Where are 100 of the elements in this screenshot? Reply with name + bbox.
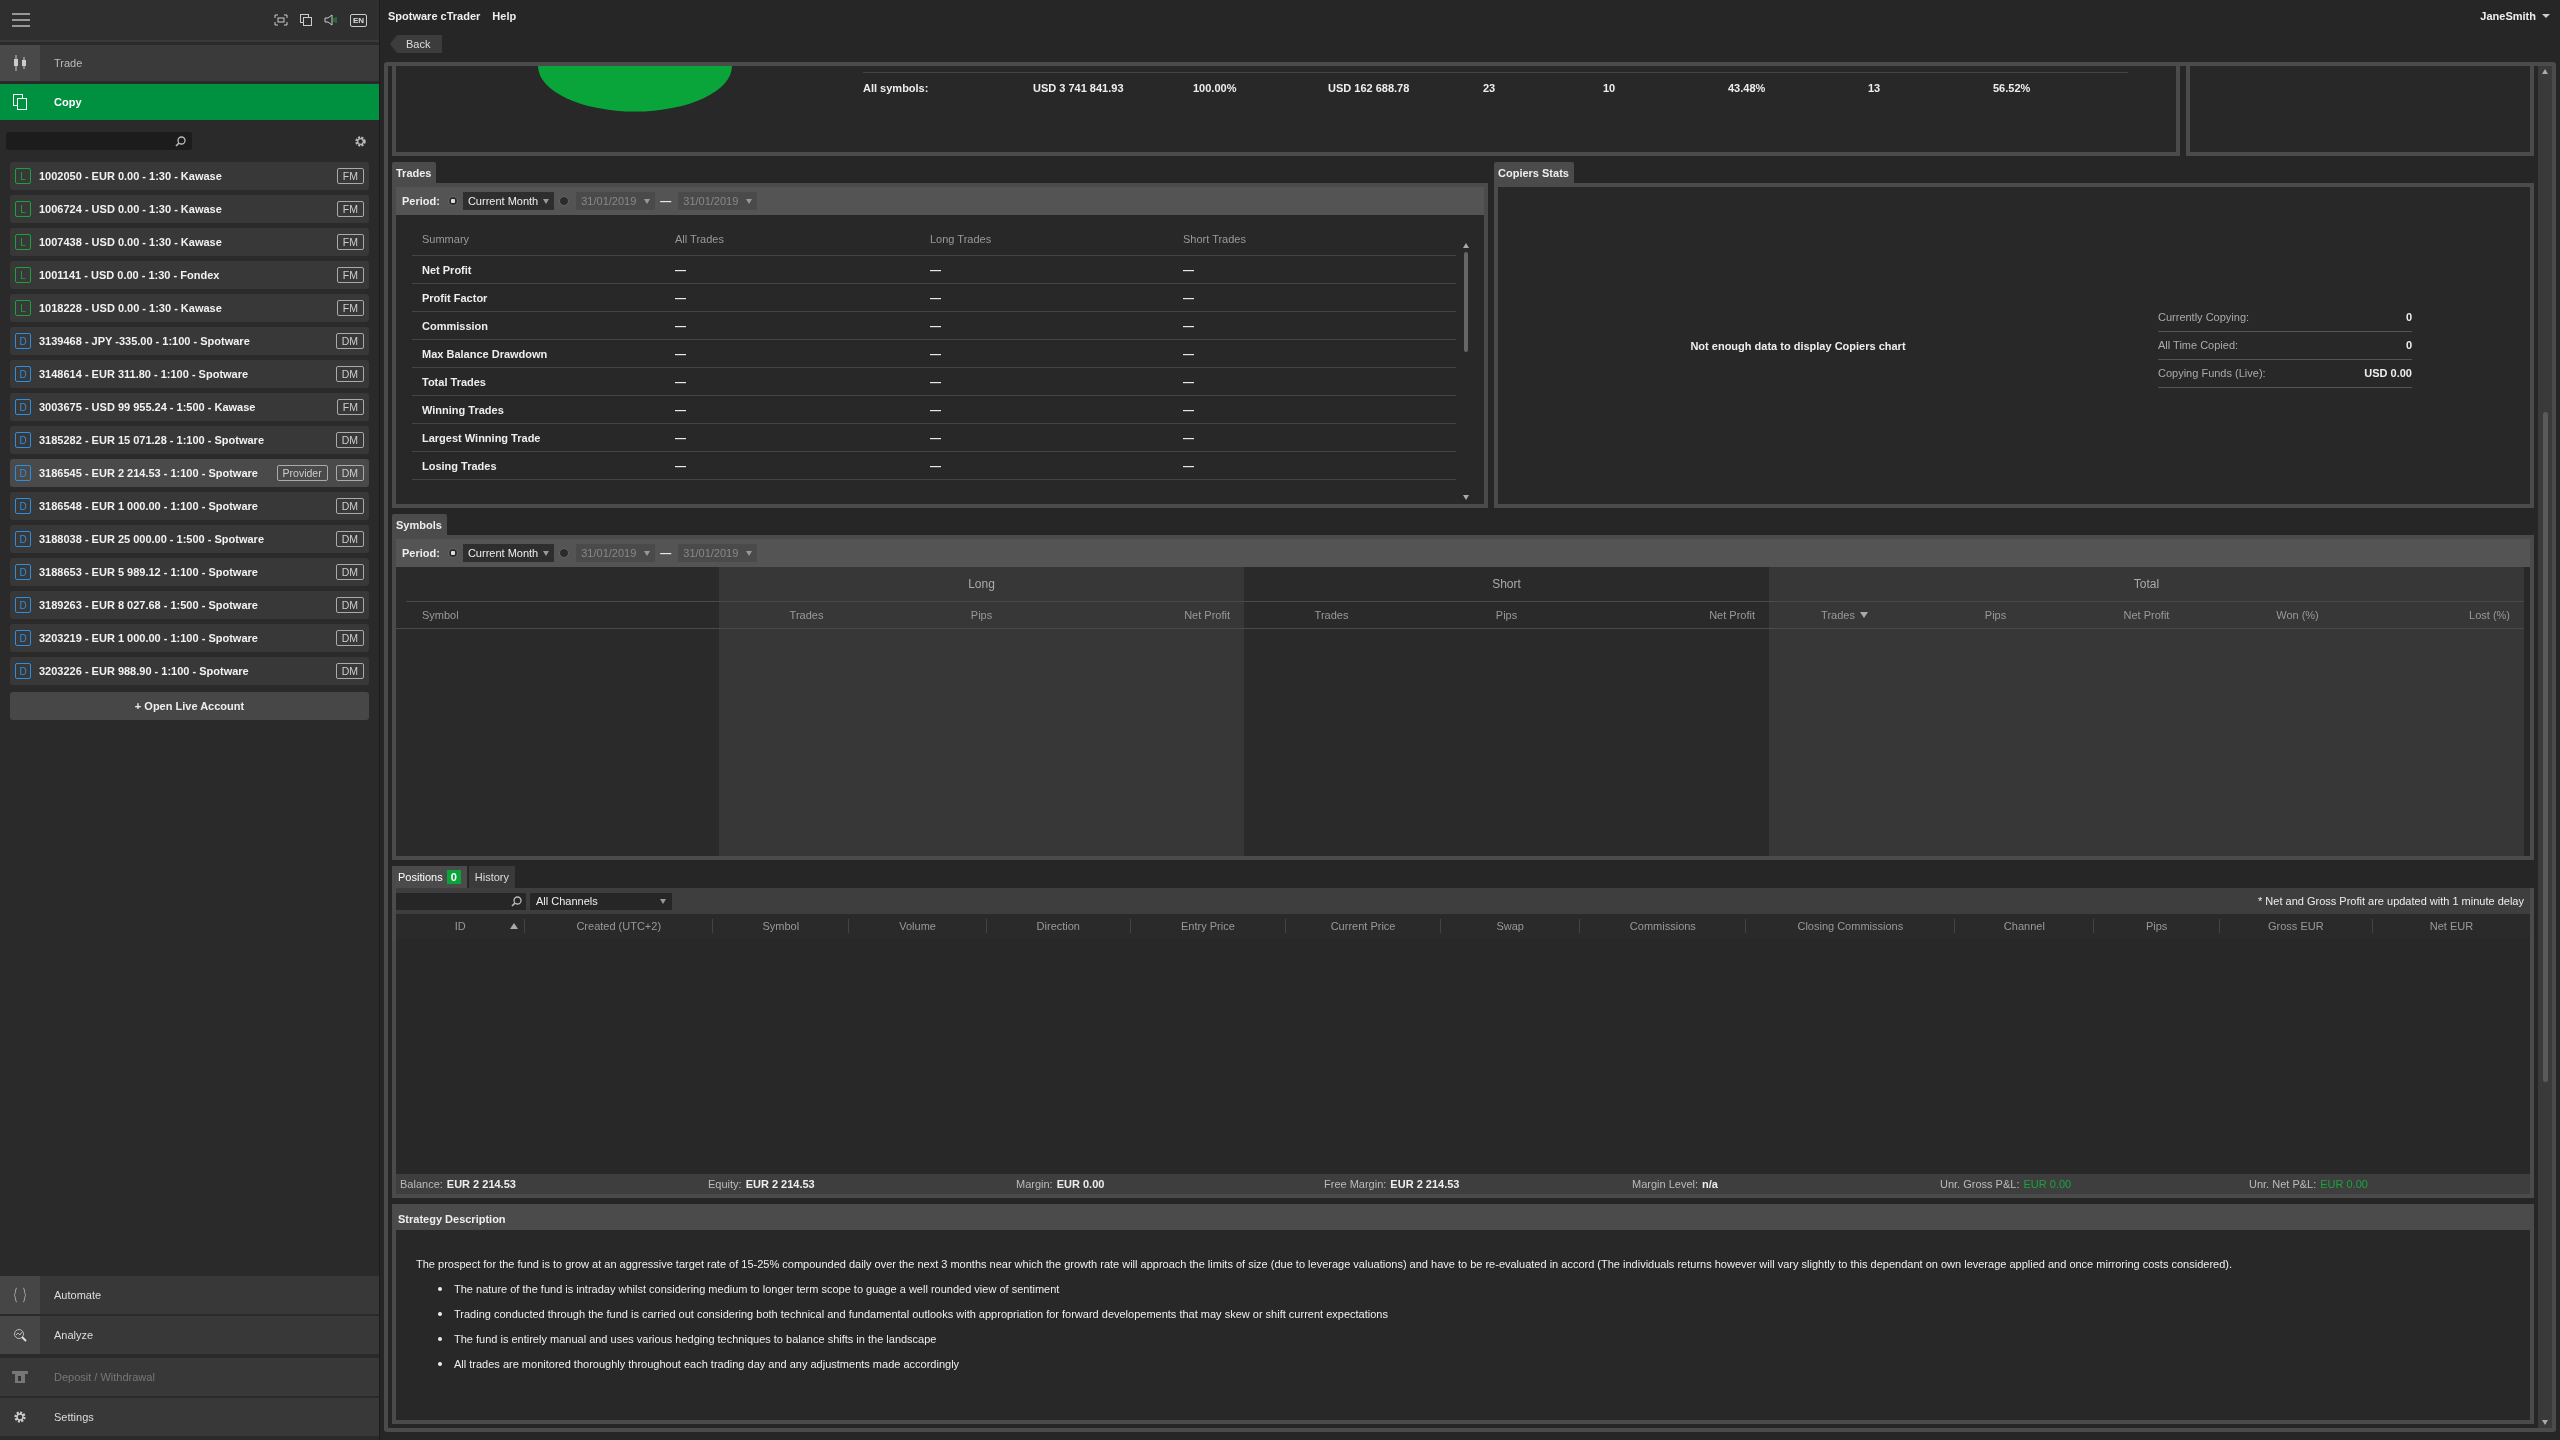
column-header[interactable]: Created (UTC+2) [576,920,662,932]
tab[interactable]: History [468,866,515,888]
account-stat-label: Margin Level: [1632,1178,1699,1190]
period-select[interactable]: Current Month [462,192,555,210]
tab[interactable]: Positions 0 [392,866,467,888]
radio-button[interactable] [447,548,458,558]
bullet-icon [438,1337,442,1341]
nav-item[interactable]: Automate [0,1276,379,1314]
account-item[interactable]: L 1001141 - USD 0.00 - 1:30 - Fondex FM [10,261,369,289]
language-button[interactable]: EN [349,13,367,27]
menu-item[interactable]: Help [492,10,517,22]
account-item[interactable]: D 3186548 - EUR 1 000.00 - 1:100 - Spotware DM [10,492,369,520]
user-menu[interactable]: JaneSmith [2480,10,2536,22]
settings-icon[interactable] [354,134,367,148]
column-header[interactable]: Channel [2003,920,2045,932]
account-stat-value: EUR 2 214.53 [745,1178,815,1190]
account-item[interactable]: D 3188038 - EUR 25 000.00 - 1:500 - Spotware DM [10,525,369,553]
account-stat-label: Margin: [1016,1178,1053,1190]
account-item[interactable]: L 1006724 - USD 0.00 - 1:30 - Kawase FM [10,195,369,223]
account-item[interactable]: D 3189263 - EUR 8 027.68 - 1:500 - Spotware DM [10,591,369,619]
period-label: Period: [402,195,440,207]
account-tag: FM [336,201,364,217]
column-header[interactable]: Swap [1496,920,1524,932]
account-item[interactable]: D 3186545 - EUR 2 214.53 - 1:100 - Spotware Provider DM [10,459,369,487]
bullet-icon [438,1287,442,1291]
account-tag: DM [335,531,364,547]
stat-label: Currently Copying: [2158,311,2250,323]
radio-button[interactable] [559,196,570,206]
column-header[interactable]: Direction [1036,920,1080,932]
account-tag: DM [335,366,364,382]
nav-item[interactable]: Analyze [0,1316,379,1354]
column-header[interactable]: Closing Commissions [1797,920,1904,932]
nav-item[interactable]: Copy [0,84,379,120]
column-header: Symbol [421,609,459,621]
scrollbar[interactable] [2538,66,2552,1428]
column-header[interactable]: Net Profit [1184,609,1230,621]
column-header[interactable]: Net Profit [2123,609,2170,621]
account-type-badge: D [15,366,31,382]
account-tag: DM [335,630,364,646]
period-label: Period: [402,547,440,559]
stat-value: USD 0.00 [2364,367,2412,379]
windows-icon[interactable] [299,14,312,26]
account-tag: FM [336,234,364,250]
period-select[interactable]: Current Month [462,544,555,562]
column-header[interactable]: Entry Price [1181,920,1235,932]
fullscreen-icon[interactable] [273,14,288,26]
column-header[interactable]: Net Profit [1709,609,1755,621]
account-type-badge: D [15,663,31,679]
nav-item[interactable]: Settings [0,1398,379,1436]
column-header[interactable]: Symbol [762,920,800,932]
account-item[interactable]: L 1002050 - EUR 0.00 - 1:30 - Kawase FM [10,162,369,190]
column-header[interactable]: Pips [970,609,993,621]
radio-button[interactable] [559,548,570,558]
account-item[interactable]: L 1007438 - USD 0.00 - 1:30 - Kawase FM [10,228,369,256]
account-label: 3185282 - EUR 15 071.28 - 1:100 - Spotware [39,434,265,446]
section-tab[interactable]: Trades [392,162,437,183]
speaker-icon[interactable] [323,14,338,26]
table-cell-text: — [675,459,687,472]
column-header[interactable]: Net EUR [2429,920,2474,932]
column-header[interactable]: Won (%) [2276,609,2319,621]
account-item[interactable]: D 3148614 - EUR 311.80 - 1:100 - Spotware DM [10,360,369,388]
account-item[interactable]: D 3003675 - USD 99 955.24 - 1:500 - Kawase FM [10,393,369,421]
bullet-text: All trades are monitored thoroughly throughout each trading day and any adjustments made accordingly [454,1358,960,1370]
account-type-badge: L [15,267,31,283]
account-item[interactable]: D 3203219 - EUR 1 000.00 - 1:100 - Spotware DM [10,624,369,652]
section-tab[interactable]: Symbols [392,514,447,535]
account-item[interactable]: L 1018228 - USD 0.00 - 1:30 - Kawase FM [10,294,369,322]
account-item[interactable]: D 3139468 - JPY -335.00 - 1:100 - Spotware DM [10,327,369,355]
column-header[interactable]: Pips [2145,920,2168,932]
account-item[interactable]: D 3188653 - EUR 5 989.12 - 1:100 - Spotware DM [10,558,369,586]
column-header[interactable]: Commissions [1629,920,1696,932]
account-stat-value: n/a [1702,1178,1718,1190]
menu-icon[interactable] [12,13,30,27]
column-header[interactable]: Gross EUR [2268,920,2324,932]
column-header[interactable]: Trades [1821,609,1855,621]
column-header[interactable]: Lost (%) [2469,609,2510,621]
column-header[interactable]: Trades [789,609,824,621]
channel-select[interactable]: All Channels [530,892,672,910]
account-stat-label: Balance: [400,1178,443,1190]
column-header[interactable]: Trades [1314,609,1349,621]
column-header[interactable]: ID [454,920,466,932]
account-type-badge: L [15,168,31,184]
table-cell-text: Largest Winning Trade [422,431,542,444]
section-tab[interactable]: Copiers Stats [1494,162,1574,183]
column-header[interactable]: Current Price [1330,920,1396,932]
search-field[interactable] [396,892,526,910]
back-button[interactable]: Back [390,35,443,53]
radio-button[interactable] [447,196,458,206]
nav-item[interactable]: Trade [0,45,379,81]
account-stat-value: EUR 0.00 [2023,1178,2072,1190]
account-item[interactable]: D 3203226 - EUR 988.90 - 1:100 - Spotware DM [10,657,369,685]
column-header[interactable]: Pips [1984,609,2007,621]
account-label: 1018228 - USD 0.00 - 1:30 - Kawase [39,302,223,314]
column-header[interactable]: Pips [1495,609,1518,621]
open-account-button[interactable]: + Open Live Account [10,692,369,720]
account-item[interactable]: D 3185282 - EUR 15 071.28 - 1:100 - Spotware DM [10,426,369,454]
account-type-badge: D [15,630,31,646]
menu-item[interactable]: Spotware cTrader [388,10,481,22]
column-header[interactable]: Volume [899,920,936,932]
search-field[interactable] [6,132,192,150]
